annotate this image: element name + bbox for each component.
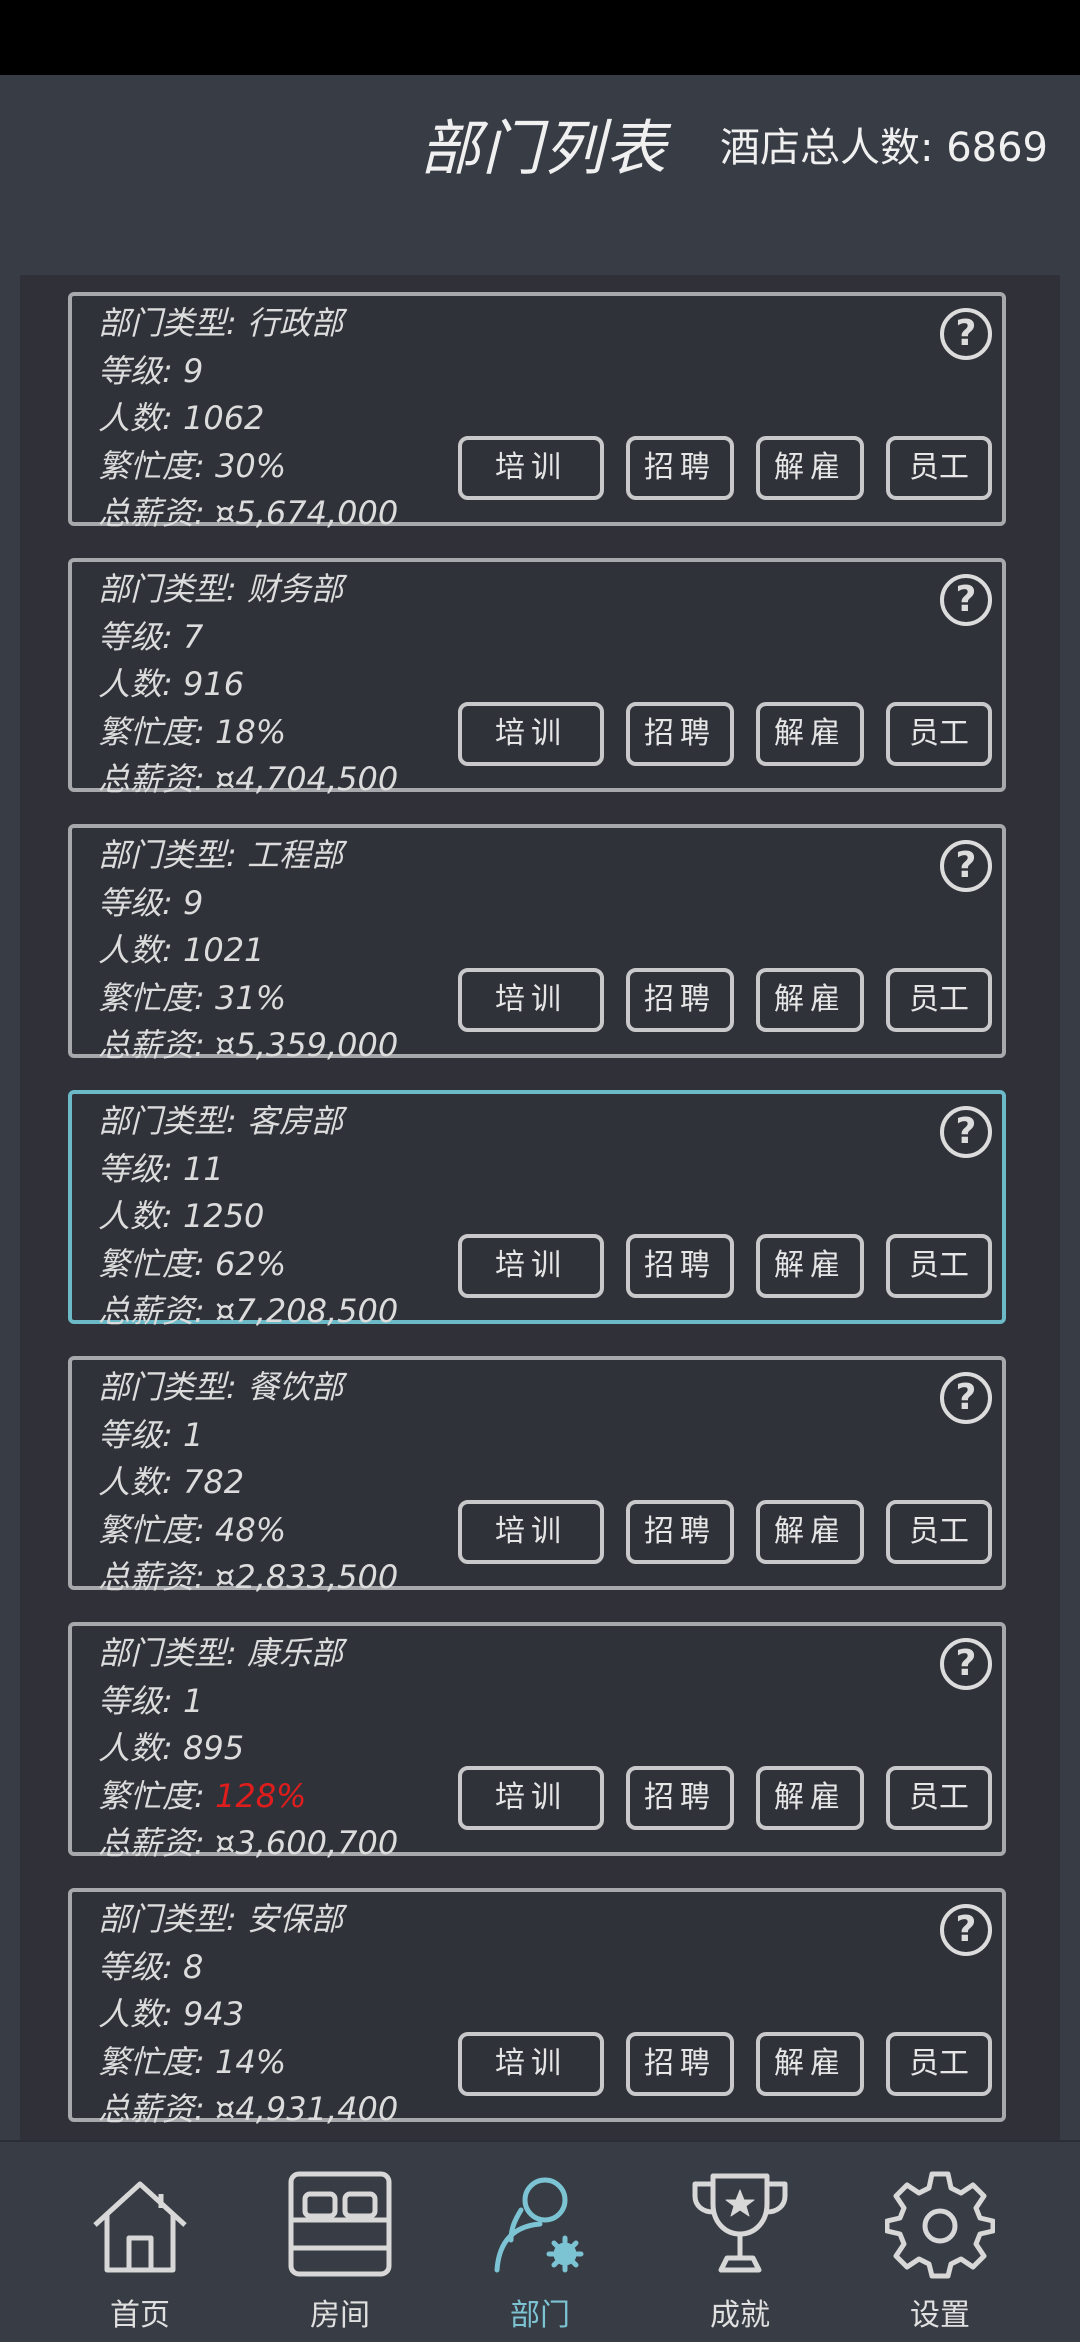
fire-button[interactable]: 解雇 (756, 702, 864, 766)
train-button[interactable]: 培训 (458, 1766, 604, 1830)
nav-departments[interactable]: 部门 (450, 2142, 630, 2342)
department-count: 人数: 916 (98, 665, 245, 703)
busy-overload-value: 128% (214, 1776, 307, 1815)
train-button[interactable]: 培训 (458, 436, 604, 500)
hire-button[interactable]: 招聘 (626, 1766, 734, 1830)
train-button[interactable]: 培训 (458, 1234, 604, 1298)
department-level: 等级: 9 (98, 351, 204, 390)
fire-button[interactable]: 解雇 (756, 436, 864, 500)
department-salary: 总薪资: ¤7,208,500 (98, 1292, 399, 1330)
staff-button[interactable]: 员工 (886, 2032, 992, 2096)
nav-label: 设置 (910, 2298, 970, 2333)
hire-button[interactable]: 招聘 (626, 702, 734, 766)
fire-button[interactable]: 解雇 (756, 2032, 864, 2096)
department-type: 部门类型: 行政部 (98, 304, 343, 342)
department-count: 人数: 943 (98, 1995, 245, 2033)
staff-button[interactable]: 员工 (886, 1234, 992, 1298)
nav-settings[interactable]: 设置 (850, 2142, 1030, 2342)
help-icon[interactable]: ? (940, 1372, 992, 1424)
nav-label: 成就 (710, 2298, 770, 2333)
gear-icon (885, 2171, 995, 2279)
home-icon (93, 2181, 187, 2273)
help-icon[interactable]: ? (940, 308, 992, 360)
help-icon[interactable]: ? (940, 574, 992, 626)
staff-button[interactable]: 员工 (886, 1500, 992, 1564)
fire-button[interactable]: 解雇 (756, 1234, 864, 1298)
train-button[interactable]: 培训 (458, 968, 604, 1032)
department-count: 人数: 1021 (98, 931, 265, 969)
help-icon[interactable]: ? (940, 840, 992, 892)
department-salary: 总薪资: ¤4,704,500 (98, 760, 399, 798)
department-busy: 繁忙度: 18% (98, 712, 287, 751)
department-type: 部门类型: 安保部 (98, 1900, 343, 1938)
bed-icon (288, 2171, 392, 2277)
nav-home[interactable]: 首页 (50, 2142, 230, 2342)
train-button[interactable]: 培训 (458, 702, 604, 766)
hire-button[interactable]: 招聘 (626, 1234, 734, 1298)
help-icon[interactable]: ? (940, 1106, 992, 1158)
department-count: 人数: 782 (98, 1463, 245, 1501)
department-list[interactable]: 部门类型: 行政部 等级: 9 人数: 1062 繁忙度: 30% 总薪资: ¤… (20, 275, 1060, 2140)
department-level: 等级: 7 (98, 617, 204, 656)
nav-label: 首页 (110, 2298, 170, 2333)
fire-button[interactable]: 解雇 (756, 1766, 864, 1830)
nav-rooms[interactable]: 房间 (250, 2142, 430, 2342)
department-salary: 总薪资: ¤5,359,000 (98, 1026, 399, 1064)
help-icon[interactable]: ? (940, 1638, 992, 1690)
department-busy: 繁忙度: 30% (98, 446, 287, 485)
department-busy: 繁忙度: 48% (98, 1510, 287, 1549)
department-salary: 总薪资: ¤3,600,700 (98, 1824, 399, 1862)
department-salary: 总薪资: ¤5,674,000 (98, 494, 399, 532)
department-type: 部门类型: 客房部 (98, 1102, 343, 1140)
department-level: 等级: 9 (98, 883, 204, 922)
department-count: 人数: 1250 (98, 1197, 265, 1235)
department-salary: 总薪资: ¤4,931,400 (98, 2090, 399, 2128)
department-busy: 繁忙度: 14% (98, 2042, 287, 2081)
staff-button[interactable]: 员工 (886, 1766, 992, 1830)
department-card-recreation[interactable]: 部门类型: 康乐部 等级: 1 人数: 895 繁忙度: 128% 总薪资: ¤… (68, 1622, 1006, 1862)
department-card-engineering[interactable]: 部门类型: 工程部 等级: 9 人数: 1021 繁忙度: 31% 总薪资: ¤… (68, 824, 1006, 1064)
department-card-security[interactable]: 部门类型: 安保部 等级: 8 人数: 943 繁忙度: 14% 总薪资: ¤4… (68, 1888, 1006, 2128)
department-type: 部门类型: 康乐部 (98, 1634, 343, 1672)
department-salary: 总薪资: ¤2,833,500 (98, 1558, 399, 1596)
department-card-finance[interactable]: 部门类型: 财务部 等级: 7 人数: 916 繁忙度: 18% 总薪资: ¤4… (68, 558, 1006, 798)
bottom-nav: 首页 房间 部门 成就 设置 (0, 2140, 1080, 2342)
fire-button[interactable]: 解雇 (756, 1500, 864, 1564)
department-count: 人数: 895 (98, 1729, 245, 1767)
department-card-catering[interactable]: 部门类型: 餐饮部 等级: 1 人数: 782 繁忙度: 48% 总薪资: ¤2… (68, 1356, 1006, 1596)
staff-button[interactable]: 员工 (886, 436, 992, 500)
total-staff-count: 酒店总人数: 6869 (720, 125, 1048, 171)
department-type: 部门类型: 工程部 (98, 836, 343, 874)
department-busy: 繁忙度: 31% (98, 978, 287, 1017)
department-type: 部门类型: 餐饮部 (98, 1368, 343, 1406)
department-level: 等级: 1 (98, 1415, 204, 1454)
fire-button[interactable]: 解雇 (756, 968, 864, 1032)
department-count: 人数: 1062 (98, 399, 265, 437)
staff-gear-icon (494, 2177, 584, 2273)
staff-button[interactable]: 员工 (886, 702, 992, 766)
train-button[interactable]: 培训 (458, 1500, 604, 1564)
department-type: 部门类型: 财务部 (98, 570, 343, 608)
nav-label: 房间 (310, 2298, 370, 2333)
department-level: 等级: 11 (98, 1149, 224, 1188)
department-busy: 繁忙度: 128% (98, 1776, 307, 1815)
department-level: 等级: 1 (98, 1681, 204, 1720)
nav-label: 部门 (510, 2298, 570, 2333)
hire-button[interactable]: 招聘 (626, 2032, 734, 2096)
department-card-housekeeping[interactable]: 部门类型: 客房部 等级: 11 人数: 1250 繁忙度: 62% 总薪资: … (68, 1090, 1006, 1330)
department-busy: 繁忙度: 62% (98, 1244, 287, 1283)
train-button[interactable]: 培训 (458, 2032, 604, 2096)
department-card-admin[interactable]: 部门类型: 行政部 等级: 9 人数: 1062 繁忙度: 30% 总薪资: ¤… (68, 292, 1006, 532)
hire-button[interactable]: 招聘 (626, 436, 734, 500)
help-icon[interactable]: ? (940, 1904, 992, 1956)
page-title: 部门列表 (420, 114, 668, 184)
department-level: 等级: 8 (98, 1947, 204, 1986)
hire-button[interactable]: 招聘 (626, 1500, 734, 1564)
status-bar (0, 0, 1080, 75)
staff-button[interactable]: 员工 (886, 968, 992, 1032)
trophy-icon (692, 2173, 788, 2273)
hire-button[interactable]: 招聘 (626, 968, 734, 1032)
nav-achievements[interactable]: 成就 (650, 2142, 830, 2342)
